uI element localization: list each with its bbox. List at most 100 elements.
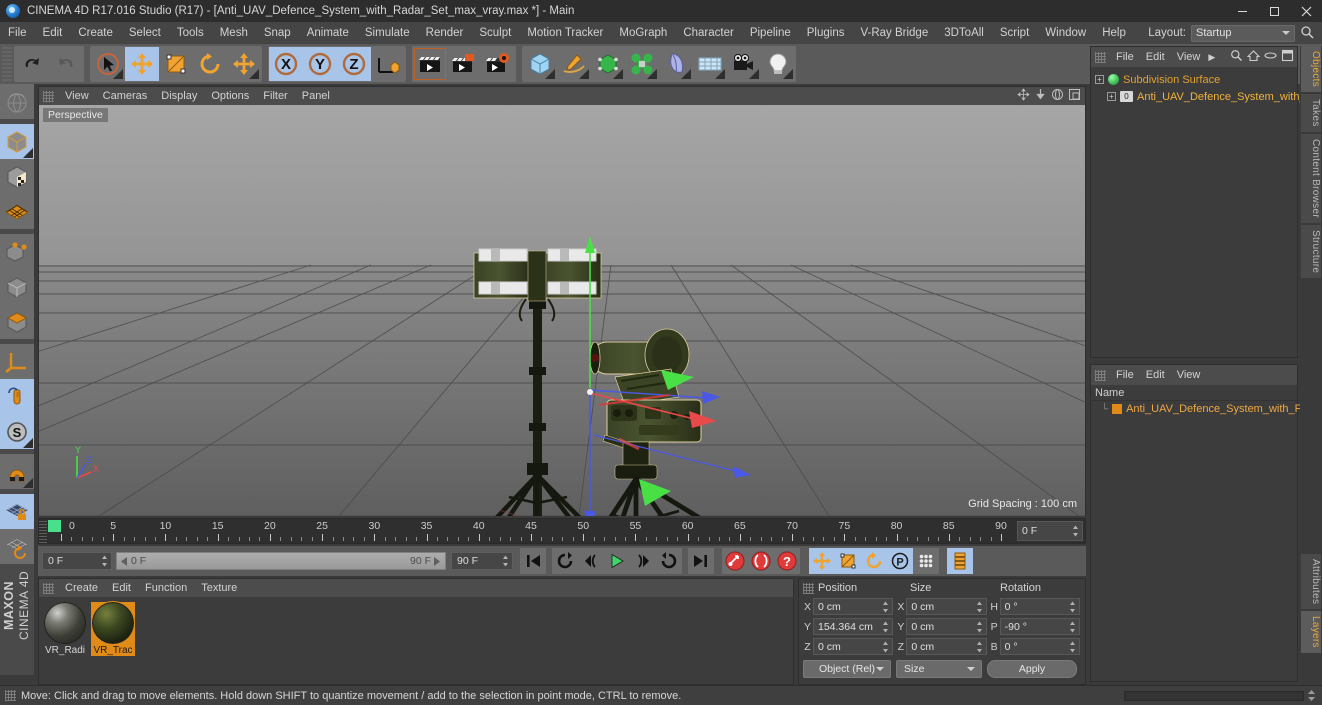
rotate-tool[interactable]	[193, 47, 227, 81]
maximize-view-icon[interactable]	[1068, 88, 1081, 104]
transform-tool[interactable]	[227, 47, 261, 81]
material-menu-function[interactable]: Function	[138, 579, 194, 597]
material-menu-texture[interactable]: Texture	[194, 579, 244, 597]
menu-plugins[interactable]: Plugins	[799, 22, 853, 44]
tab-attributes[interactable]: Attributes	[1301, 553, 1321, 610]
redo-button[interactable]	[49, 47, 83, 81]
add-light-button[interactable]	[761, 47, 795, 81]
end-frame-field[interactable]: 90 F	[451, 552, 513, 570]
material-preview-sphere[interactable]	[44, 602, 86, 644]
viewport-menu-view[interactable]: View	[58, 87, 96, 105]
world-object-coord-toggle[interactable]	[371, 47, 405, 81]
scale-tool[interactable]	[159, 47, 193, 81]
object-tree[interactable]: + Subdivision Surface +0 Anti_UAV_Defence_S…	[1091, 67, 1306, 109]
spinner-icon[interactable]	[1307, 690, 1316, 701]
add-spline-button[interactable]	[557, 47, 591, 81]
expand-toggle-icon[interactable]: +	[1095, 75, 1104, 84]
viewport-grip[interactable]	[43, 90, 54, 102]
size-y-input[interactable]: 0 cm	[906, 618, 987, 635]
timeline-ruler[interactable]: 0 5 10 15 20 25 30 35 40 45 50 55 60 65 70 75 80 85 90	[47, 519, 1013, 543]
menu-3dtoall[interactable]: 3DToAll	[936, 22, 992, 44]
scrub-right-arrow-icon[interactable]	[434, 556, 441, 566]
tab-takes[interactable]: Takes	[1301, 94, 1321, 132]
menu-window[interactable]: Window	[1037, 22, 1094, 44]
search-icon[interactable]	[1230, 49, 1243, 65]
add-camera-button[interactable]	[727, 47, 761, 81]
axis-z-lock[interactable]: Z	[337, 47, 371, 81]
spinner-icon[interactable]	[1069, 641, 1076, 652]
material-list[interactable]: VR_Radi VR_Trac	[39, 597, 793, 661]
add-deformer-button[interactable]	[659, 47, 693, 81]
keyframe-selection-button[interactable]: ?	[774, 548, 800, 574]
edge-mode-button[interactable]	[0, 269, 34, 304]
make-editable-button[interactable]	[0, 84, 34, 119]
scale-key-button[interactable]	[835, 548, 861, 574]
menu-v-ray-bridge[interactable]: V-Ray Bridge	[852, 22, 936, 44]
undo-button[interactable]	[15, 47, 49, 81]
material-swatch[interactable]: VR_Radi	[43, 602, 87, 656]
material-swatch[interactable]: VR_Trac	[91, 601, 135, 656]
timeline-layout-button[interactable]	[947, 548, 973, 574]
viewport-menu-cameras[interactable]: Cameras	[96, 87, 155, 105]
enable-axis-button[interactable]	[0, 379, 34, 414]
layer-manager-grip[interactable]	[1095, 369, 1106, 381]
material-manager-grip[interactable]	[43, 582, 54, 594]
model-mode-button[interactable]	[0, 124, 34, 159]
layer-manager-menu-file[interactable]: File	[1110, 369, 1140, 381]
size-z-input[interactable]: 0 cm	[906, 638, 987, 655]
snap-magnet-button[interactable]	[0, 454, 34, 489]
spinner-icon[interactable]	[882, 641, 889, 652]
pan-icon[interactable]	[1017, 88, 1030, 104]
menu-sculpt[interactable]: Sculpt	[471, 22, 519, 44]
position-z-input[interactable]: 0 cm	[813, 638, 894, 655]
coordinates-size-dropdown[interactable]: Size	[896, 660, 982, 678]
rotation-h-input[interactable]: 0 °	[999, 598, 1080, 615]
minimize-icon[interactable]	[1226, 0, 1258, 22]
scrub-left-arrow-icon[interactable]	[121, 556, 128, 566]
menu-edit[interactable]: Edit	[35, 22, 71, 44]
render-settings-button[interactable]	[481, 47, 515, 81]
menu-render[interactable]: Render	[418, 22, 472, 44]
menu-simulate[interactable]: Simulate	[357, 22, 418, 44]
viewport-canvas[interactable]: Perspective Grid Spacing : 100 cm Y X Z	[39, 105, 1085, 516]
add-cube-button[interactable]	[523, 47, 557, 81]
spinner-icon[interactable]	[976, 621, 983, 632]
size-x-input[interactable]: 0 cm	[906, 598, 987, 615]
layout-dropdown[interactable]: Startup	[1191, 24, 1295, 42]
home-icon[interactable]	[1246, 49, 1261, 65]
viewport-menu-filter[interactable]: Filter	[256, 87, 294, 105]
point-mode-button[interactable]	[0, 234, 34, 269]
spinner-icon[interactable]	[1069, 621, 1076, 632]
tab-objects[interactable]: Objects	[1301, 46, 1321, 93]
axis-y-lock[interactable]: Y	[303, 47, 337, 81]
object-manager-grip[interactable]	[1095, 51, 1106, 63]
layer-icon[interactable]	[1281, 49, 1294, 65]
menu-file[interactable]: File	[0, 22, 35, 44]
previous-key-button[interactable]	[578, 548, 604, 574]
close-icon[interactable]	[1290, 0, 1322, 22]
coordinates-grip[interactable]	[803, 582, 814, 594]
record-active-objects-button[interactable]	[722, 548, 748, 574]
autokeying-button[interactable]	[748, 548, 774, 574]
menu-snap[interactable]: Snap	[256, 22, 299, 44]
orbit-icon[interactable]	[1051, 88, 1064, 104]
viewport-menu-options[interactable]: Options	[204, 87, 256, 105]
material-preview-sphere[interactable]	[91, 601, 135, 645]
position-key-button[interactable]	[809, 548, 835, 574]
add-generator-button[interactable]	[591, 47, 625, 81]
layer-rows[interactable]: └ Anti_UAV_Defence_System_with_F	[1091, 401, 1301, 417]
rotation-key-button[interactable]	[861, 548, 887, 574]
material-menu-create[interactable]: Create	[58, 579, 105, 597]
viewport-menu-panel[interactable]: Panel	[295, 87, 337, 105]
timeline-current-marker[interactable]	[48, 520, 61, 532]
menu-character[interactable]: Character	[675, 22, 742, 44]
chevron-right-icon[interactable]: ▶	[1208, 52, 1215, 63]
workplane-mode-button[interactable]	[0, 194, 34, 229]
render-view-button[interactable]	[413, 47, 447, 81]
layer-manager-menu-edit[interactable]: Edit	[1140, 369, 1171, 381]
layer-manager-menu-view[interactable]: View	[1171, 369, 1207, 381]
viewport-menu-display[interactable]: Display	[154, 87, 204, 105]
spinner-icon[interactable]	[101, 555, 108, 567]
texture-mode-button[interactable]	[0, 159, 34, 194]
coordinates-apply-button[interactable]: Apply	[987, 660, 1077, 678]
